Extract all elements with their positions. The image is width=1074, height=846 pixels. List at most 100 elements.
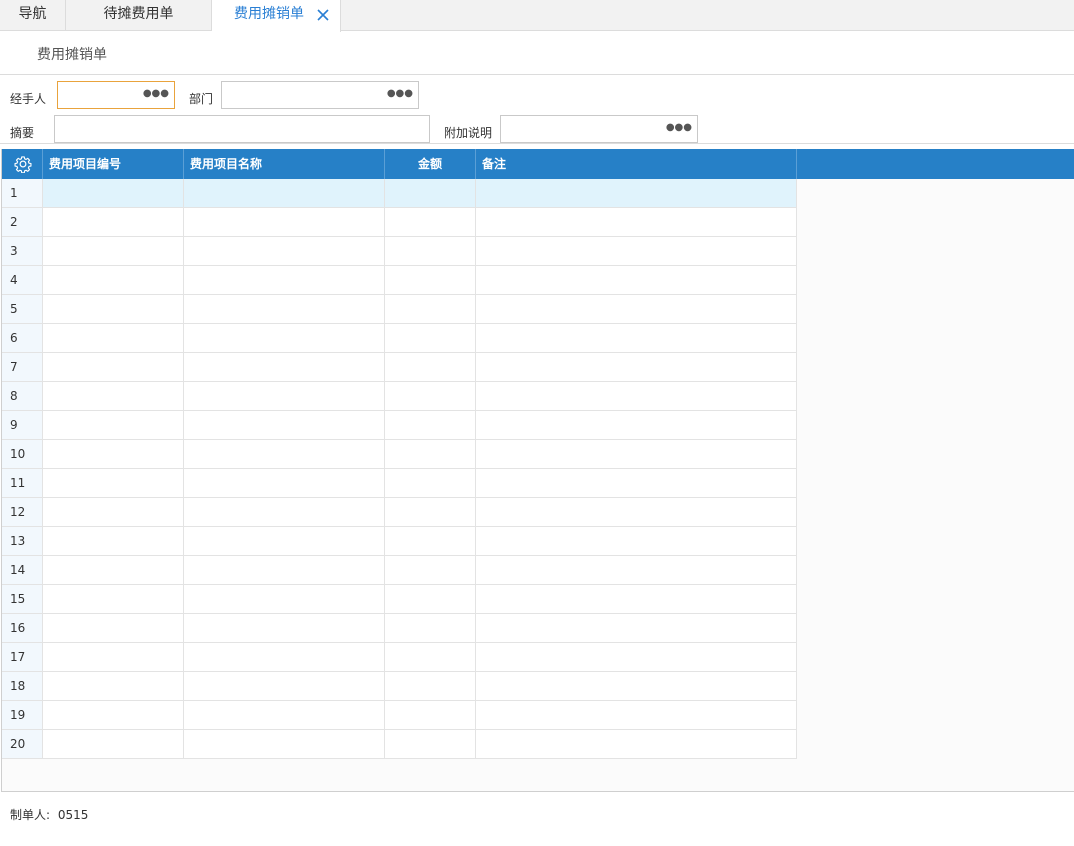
cell-amount[interactable] <box>385 730 476 759</box>
cell-item-name[interactable] <box>184 614 385 643</box>
handler-field[interactable]: ●●● <box>57 81 175 109</box>
table-row[interactable]: 6 <box>2 324 797 353</box>
cell-item-code[interactable] <box>43 527 184 556</box>
cell-item-code[interactable] <box>43 585 184 614</box>
cell-amount[interactable] <box>385 469 476 498</box>
cell-item-name[interactable] <box>184 295 385 324</box>
cell-remark[interactable] <box>476 208 797 237</box>
cell-remark[interactable] <box>476 730 797 759</box>
cell-amount[interactable] <box>385 585 476 614</box>
cell-item-code[interactable] <box>43 266 184 295</box>
cell-item-code[interactable] <box>43 411 184 440</box>
cell-item-name[interactable] <box>184 585 385 614</box>
cell-remark[interactable] <box>476 179 797 208</box>
cell-remark[interactable] <box>476 701 797 730</box>
cell-amount[interactable] <box>385 614 476 643</box>
cell-item-name[interactable] <box>184 701 385 730</box>
cell-item-code[interactable] <box>43 179 184 208</box>
cell-amount[interactable] <box>385 440 476 469</box>
cell-remark[interactable] <box>476 527 797 556</box>
cell-item-code[interactable] <box>43 237 184 266</box>
table-row[interactable]: 8 <box>2 382 797 411</box>
cell-item-code[interactable] <box>43 208 184 237</box>
cell-item-name[interactable] <box>184 382 385 411</box>
cell-remark[interactable] <box>476 672 797 701</box>
cell-item-code[interactable] <box>43 324 184 353</box>
cell-item-code[interactable] <box>43 643 184 672</box>
more-icon[interactable]: ●●● <box>666 123 692 133</box>
cell-item-code[interactable] <box>43 556 184 585</box>
gear-icon[interactable] <box>14 155 32 173</box>
cell-item-name[interactable] <box>184 672 385 701</box>
table-row[interactable]: 11 <box>2 469 797 498</box>
cell-remark[interactable] <box>476 440 797 469</box>
cell-amount[interactable] <box>385 643 476 672</box>
table-row[interactable]: 16 <box>2 614 797 643</box>
cell-item-code[interactable] <box>43 295 184 324</box>
table-row[interactable]: 17 <box>2 643 797 672</box>
cell-remark[interactable] <box>476 643 797 672</box>
summary-field[interactable] <box>54 115 430 143</box>
cell-item-name[interactable] <box>184 324 385 353</box>
tab-expense-amortization[interactable]: 费用摊销单 <box>212 0 341 32</box>
cell-item-code[interactable] <box>43 672 184 701</box>
table-row[interactable]: 4 <box>2 266 797 295</box>
table-row[interactable]: 1 <box>2 179 797 208</box>
cell-item-name[interactable] <box>184 527 385 556</box>
table-row[interactable]: 2 <box>2 208 797 237</box>
more-icon[interactable]: ●●● <box>387 89 413 99</box>
cell-remark[interactable] <box>476 237 797 266</box>
cell-amount[interactable] <box>385 411 476 440</box>
cell-amount[interactable] <box>385 353 476 382</box>
table-row[interactable]: 7 <box>2 353 797 382</box>
cell-remark[interactable] <box>476 469 797 498</box>
cell-item-name[interactable] <box>184 469 385 498</box>
cell-item-name[interactable] <box>184 643 385 672</box>
cell-amount[interactable] <box>385 701 476 730</box>
close-icon[interactable] <box>316 8 330 22</box>
cell-item-code[interactable] <box>43 701 184 730</box>
cell-amount[interactable] <box>385 266 476 295</box>
cell-remark[interactable] <box>476 411 797 440</box>
cell-item-name[interactable] <box>184 730 385 759</box>
cell-amount[interactable] <box>385 324 476 353</box>
cell-item-name[interactable] <box>184 266 385 295</box>
table-row[interactable]: 20 <box>2 730 797 759</box>
table-row[interactable]: 15 <box>2 585 797 614</box>
cell-remark[interactable] <box>476 382 797 411</box>
cell-item-name[interactable] <box>184 353 385 382</box>
cell-remark[interactable] <box>476 585 797 614</box>
table-row[interactable]: 19 <box>2 701 797 730</box>
cell-item-name[interactable] <box>184 498 385 527</box>
cell-item-code[interactable] <box>43 498 184 527</box>
table-row[interactable]: 9 <box>2 411 797 440</box>
tab-navigation[interactable]: 导航 <box>0 0 66 31</box>
cell-remark[interactable] <box>476 614 797 643</box>
tab-prepaid-expense[interactable]: 待摊费用单 <box>66 0 212 31</box>
table-row[interactable]: 14 <box>2 556 797 585</box>
cell-remark[interactable] <box>476 498 797 527</box>
cell-item-name[interactable] <box>184 440 385 469</box>
cell-amount[interactable] <box>385 556 476 585</box>
cell-item-name[interactable] <box>184 208 385 237</box>
cell-remark[interactable] <box>476 295 797 324</box>
cell-amount[interactable] <box>385 672 476 701</box>
cell-item-name[interactable] <box>184 411 385 440</box>
cell-amount[interactable] <box>385 237 476 266</box>
dept-field[interactable]: ●●● <box>221 81 419 109</box>
column-header-amount[interactable]: 金额 <box>385 149 476 179</box>
column-header-remark[interactable]: 备注 <box>476 149 797 179</box>
cell-item-name[interactable] <box>184 237 385 266</box>
cell-item-code[interactable] <box>43 614 184 643</box>
cell-remark[interactable] <box>476 353 797 382</box>
more-icon[interactable]: ●●● <box>143 89 169 99</box>
table-row[interactable]: 3 <box>2 237 797 266</box>
cell-item-code[interactable] <box>43 469 184 498</box>
column-header-item-name[interactable]: 费用项目名称 <box>184 149 385 179</box>
cell-amount[interactable] <box>385 527 476 556</box>
cell-item-code[interactable] <box>43 353 184 382</box>
cell-remark[interactable] <box>476 266 797 295</box>
cell-remark[interactable] <box>476 324 797 353</box>
cell-amount[interactable] <box>385 295 476 324</box>
table-row[interactable]: 5 <box>2 295 797 324</box>
